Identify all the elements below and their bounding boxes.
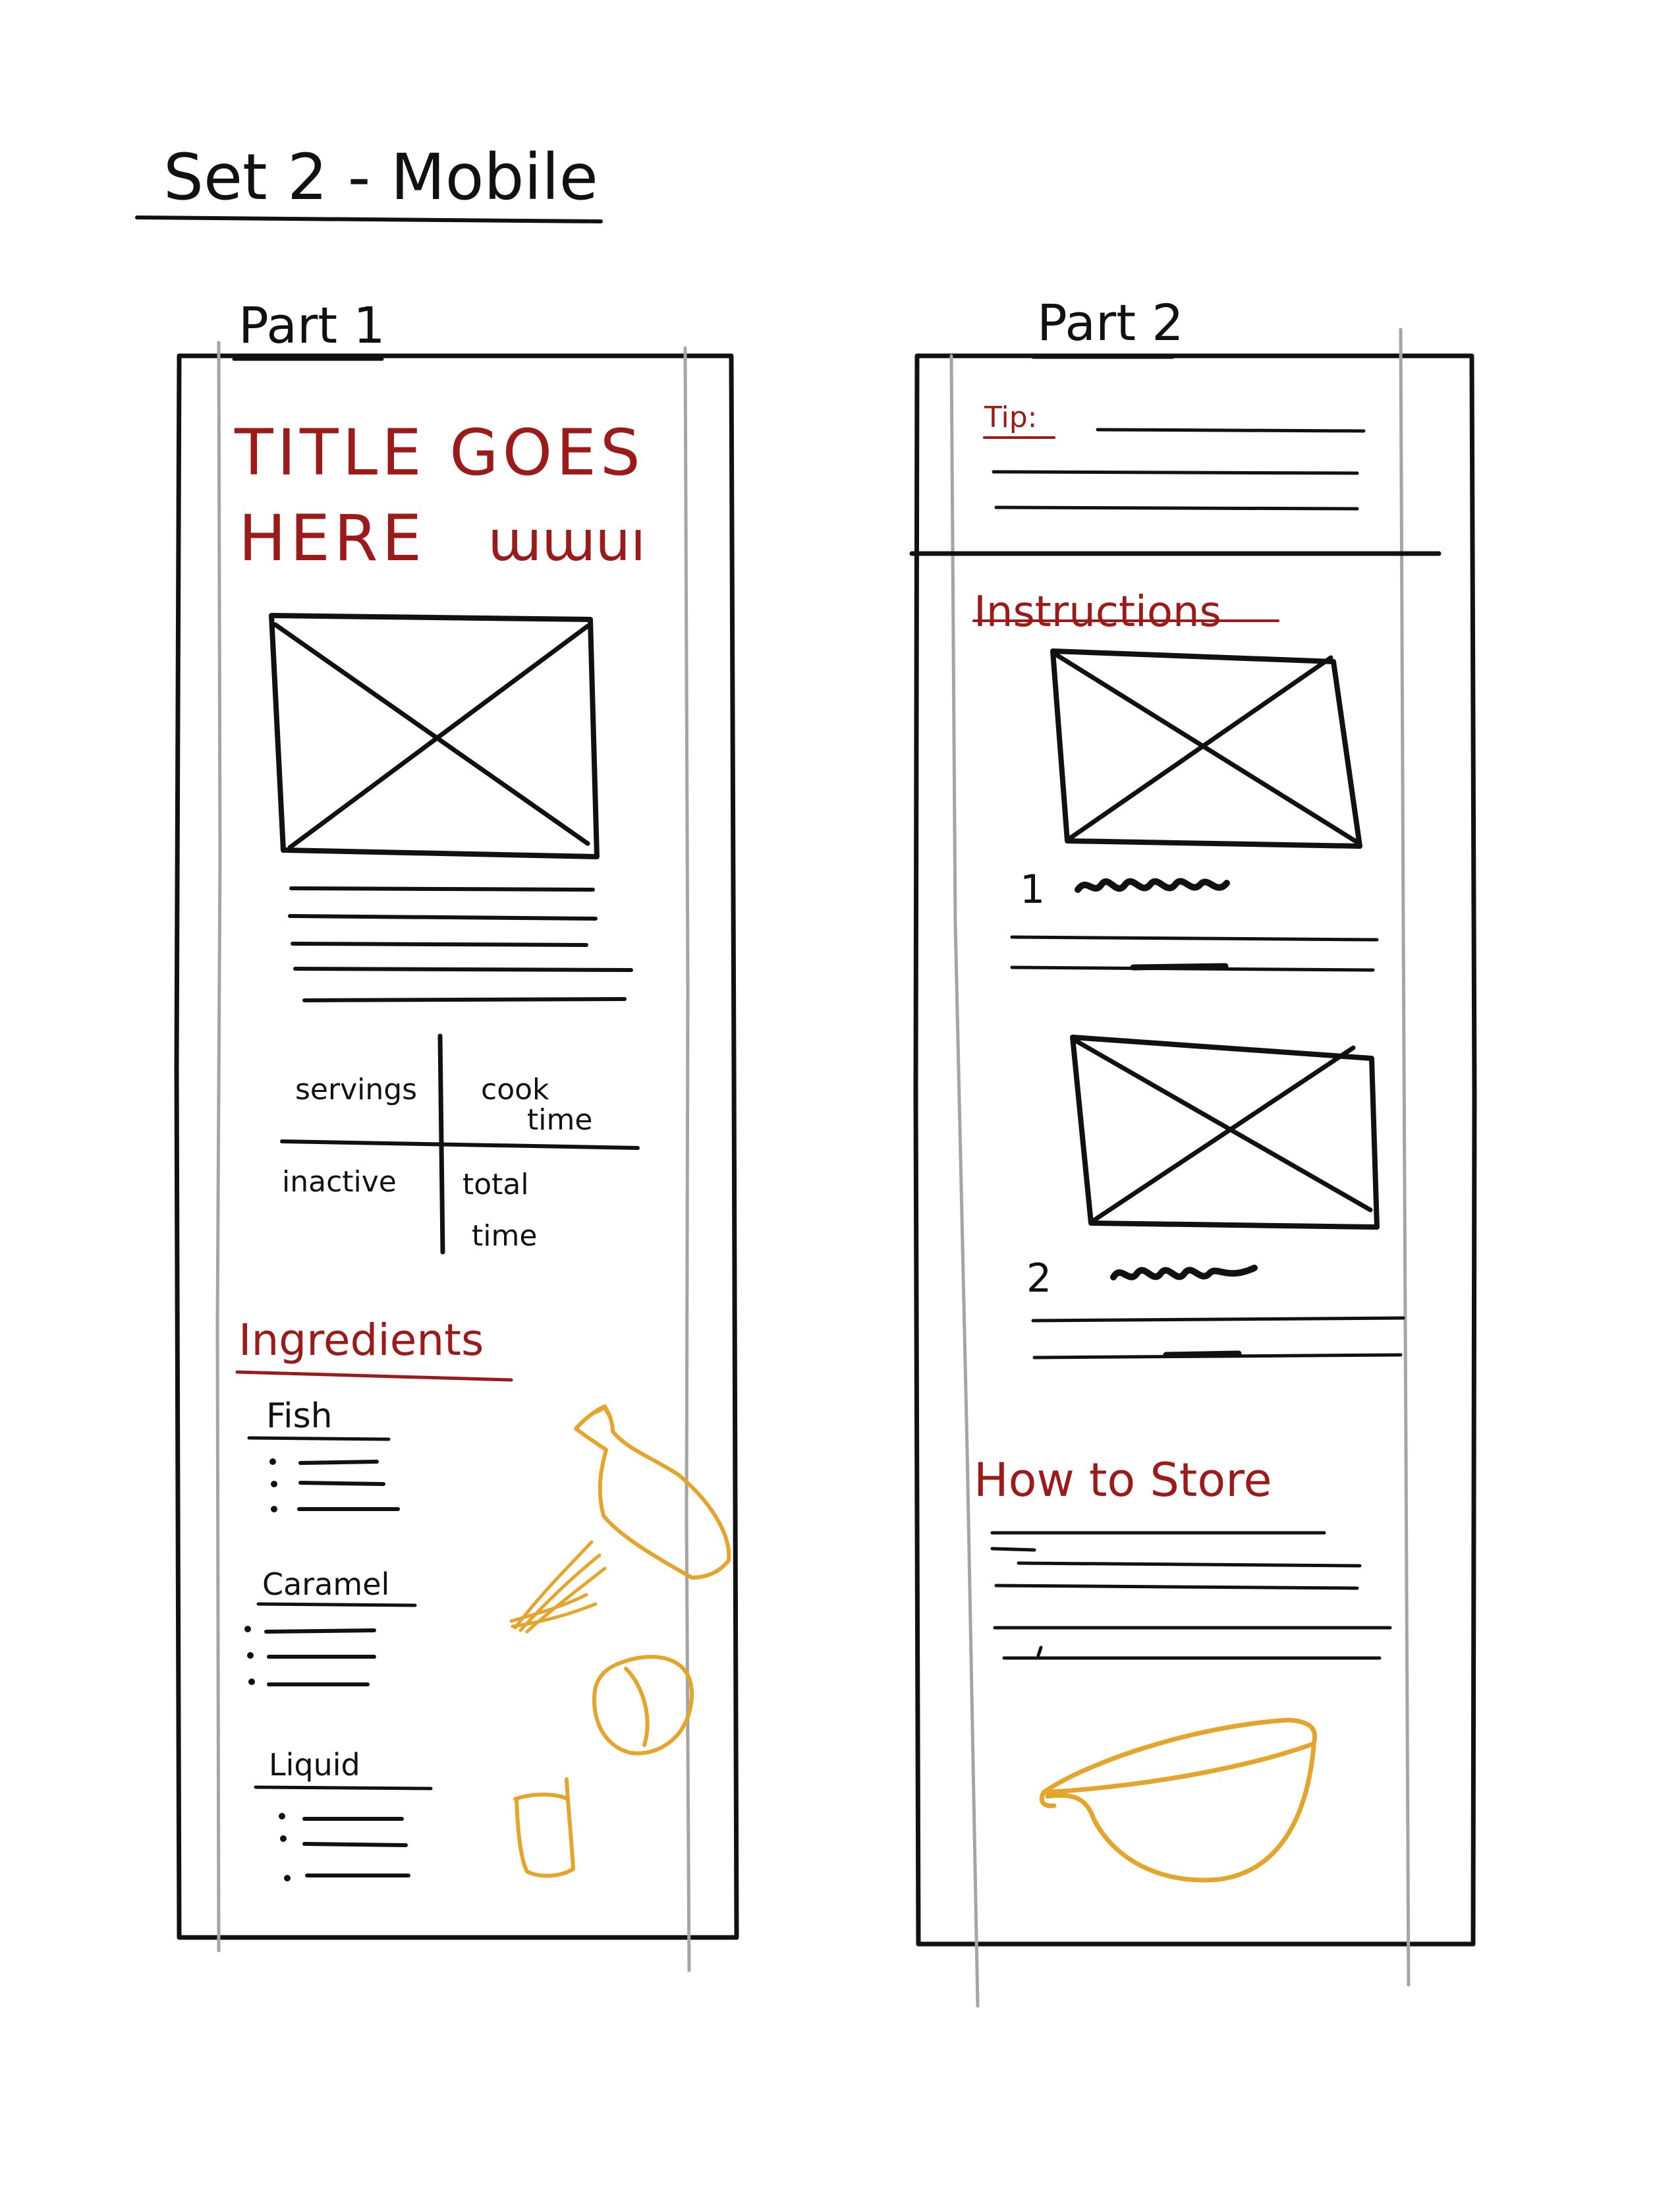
part1-stats-grid: servings cook time inactive total time — [280, 1033, 640, 1255]
part1-phone-frame — [174, 353, 739, 1940]
step-number: 1 — [1020, 867, 1045, 913]
instruction-step-1: 1 — [1010, 648, 1379, 972]
part1-wireframe: Part 1 TITLE GOES HERE ɯɯuı servings coo… — [174, 296, 739, 1972]
step-title-scribble — [1110, 1265, 1258, 1280]
lemongrass-icon — [509, 1540, 607, 1634]
step-number: 2 — [1026, 1255, 1051, 1302]
part1-description-lines — [288, 886, 633, 1002]
page-title: Set 2 - Mobile — [163, 140, 598, 214]
cook-time-label-line2: time — [527, 1103, 592, 1137]
total-time-label-line2: time — [472, 1219, 537, 1253]
part2-wireframe: Part 2 Tip: Instructions 1 2 How to Stor… — [909, 293, 1477, 2008]
part2-label: Part 2 — [1037, 293, 1184, 352]
part1-label: Part 1 — [238, 296, 385, 355]
servings-label: servings — [295, 1073, 417, 1106]
part1-title-line1: TITLE GOES — [234, 416, 644, 490]
part1-title-line2: HERE — [238, 501, 426, 575]
ingredient-group-liquid: Liquid — [254, 1747, 433, 1881]
instruction-step-2: 2 — [1026, 1035, 1405, 1360]
ingredient-group-label: Fish — [266, 1396, 333, 1436]
part1-left-margin-guide — [215, 341, 222, 1953]
ingredient-group-fish: Fish — [247, 1396, 400, 1512]
tip-text-lines — [992, 428, 1366, 511]
ingredients-heading-underline — [235, 1370, 513, 1382]
bowl-icon — [1039, 1717, 1318, 1883]
ingredients-heading: Ingredients — [238, 1315, 484, 1365]
ingredient-group-label: Caramel — [262, 1566, 389, 1602]
bottle-icon — [574, 1404, 731, 1580]
onion-icon — [592, 1655, 694, 1756]
inactive-label: inactive — [282, 1165, 397, 1199]
crossed-box-image-icon — [1050, 648, 1362, 849]
page-title-underline — [135, 215, 603, 223]
ingredient-group-label: Liquid — [269, 1747, 360, 1783]
tip-label: Tip: — [984, 401, 1038, 434]
store-text-lines — [990, 1531, 1392, 1660]
how-to-store-heading: How to Store — [974, 1453, 1272, 1507]
ingredient-group-caramel: Caramel — [244, 1566, 417, 1686]
cup-icon — [513, 1777, 575, 1878]
part1-title-scribble: ɯɯuı — [488, 509, 646, 573]
total-time-label-line1: total — [462, 1168, 529, 1201]
instructions-heading: Instructions — [974, 588, 1221, 637]
crossed-box-image-icon — [1070, 1035, 1380, 1230]
cook-time-label-line1: cook — [481, 1073, 549, 1106]
wireframe-sketch: Set 2 - Mobile Part 1 TITLE GOES HERE ɯɯ… — [135, 140, 1477, 2008]
step-title-scribble — [1075, 878, 1230, 893]
part1-right-margin-guide — [683, 346, 691, 1972]
page-heading: Set 2 - Mobile — [135, 140, 603, 223]
part2-right-margin-guide — [1399, 328, 1411, 1987]
crossed-box-image-icon — [269, 613, 600, 859]
